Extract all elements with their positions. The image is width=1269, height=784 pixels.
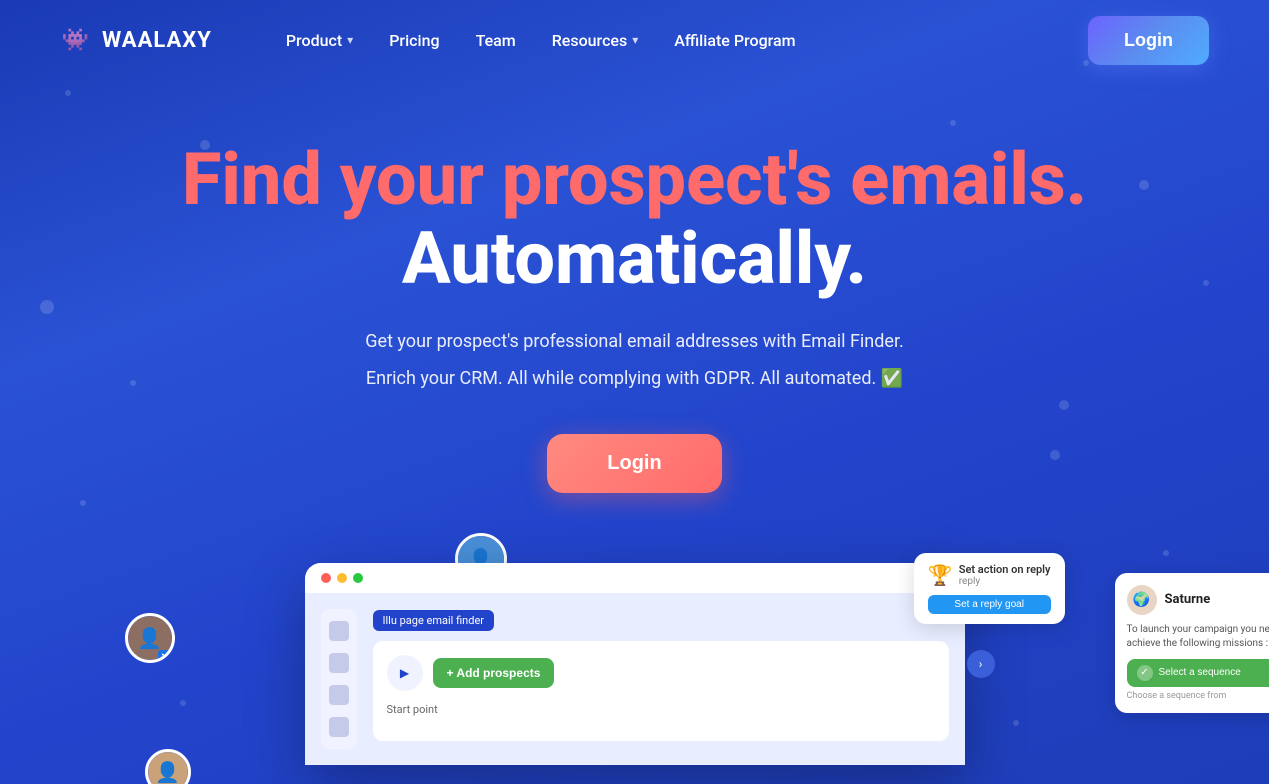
panel-name: Saturne: [1165, 592, 1211, 607]
app-illustration: 👤 👤 👤 🧔: [185, 563, 1085, 765]
start-point-label: Start point: [387, 703, 935, 716]
chevron-down-icon: ▾: [632, 33, 638, 47]
sidebar-icon: [329, 621, 349, 641]
panel-select-button[interactable]: ✓ Select a sequence: [1127, 659, 1269, 687]
nav-affiliate-label: Affiliate Program: [674, 31, 795, 50]
chevron-down-icon: ▾: [347, 33, 353, 47]
panel-select-label: Select a sequence: [1159, 667, 1241, 678]
campaign-row: ▶ + Add prospects: [387, 655, 935, 691]
nav-product[interactable]: Product ▾: [272, 23, 367, 58]
add-prospects-button[interactable]: + Add prospects: [433, 658, 555, 688]
panel-card: 🌍 Saturne To launch your campaign you ne…: [1115, 573, 1269, 713]
panel-header: 🌍 Saturne: [1127, 585, 1269, 615]
window-titlebar: [305, 563, 965, 593]
hero-subtitle-1: Get your prospect's professional email a…: [20, 328, 1249, 357]
panel-subtext: Choose a sequence from: [1127, 691, 1269, 701]
next-arrow-button[interactable]: ›: [967, 650, 995, 678]
hero-title-white: Automatically.: [20, 219, 1249, 298]
panel-text: To launch your campaign you need to achi…: [1127, 623, 1269, 651]
login-button[interactable]: Login: [1088, 16, 1209, 65]
hero-subtitle-2: Enrich your CRM. All while complying wit…: [20, 365, 1249, 394]
logo: 👾 WAALAXY: [60, 24, 212, 56]
nav-team-label: Team: [476, 31, 516, 50]
cta-login-button[interactable]: Login: [547, 434, 721, 493]
window-close-dot: [321, 573, 331, 583]
brand-name: WAALAXY: [102, 28, 212, 53]
avatar-bottom-left: 👤: [145, 749, 191, 784]
window-sidebar: [321, 609, 357, 749]
nav-affiliate[interactable]: Affiliate Program: [660, 23, 809, 58]
app-window: Illu page email finder ▶ + Add prospects…: [305, 563, 965, 765]
campaign-area: ▶ + Add prospects Start point: [373, 641, 949, 741]
checkmark-icon: ✓: [1137, 665, 1153, 681]
nav-product-label: Product: [286, 31, 342, 50]
set-goal-button[interactable]: Set a reply goal: [928, 595, 1051, 614]
sidebar-icon: [329, 685, 349, 705]
nav-pricing[interactable]: Pricing: [375, 23, 453, 58]
hero-section: Find your prospect's emails. Automatical…: [0, 80, 1269, 533]
window-content: Illu page email finder ▶ + Add prospects…: [305, 593, 965, 765]
nav-links: Product ▾ Pricing Team Resources ▾ Affil…: [272, 23, 1088, 58]
email-badge: [158, 650, 175, 663]
action-card-title: Set action on reply: [959, 563, 1051, 576]
sidebar-icon: [329, 653, 349, 673]
nav-resources-label: Resources: [552, 31, 628, 50]
trophy-icon: 🏆: [928, 563, 953, 587]
hero-cta: Login: [20, 434, 1249, 493]
sidebar-icon: [329, 717, 349, 737]
action-card-header: 🏆 Set action on reply reply: [928, 563, 1051, 587]
bg-dot: [1163, 550, 1169, 556]
page-wrapper: 👾 WAALAXY Product ▾ Pricing Team Resourc…: [0, 0, 1269, 784]
nav-team[interactable]: Team: [462, 23, 530, 58]
play-button[interactable]: ▶: [387, 655, 423, 691]
navbar: 👾 WAALAXY Product ▾ Pricing Team Resourc…: [0, 0, 1269, 80]
avatar-image: 👤: [148, 752, 188, 784]
panel-avatar: 🌍: [1127, 585, 1157, 615]
window-main-content: Illu page email finder ▶ + Add prospects…: [373, 609, 949, 749]
hero-title-colored: Find your prospect's emails.: [20, 140, 1249, 219]
nav-pricing-label: Pricing: [389, 31, 439, 50]
window-maximize-dot: [353, 573, 363, 583]
avatar-left: 👤: [125, 613, 175, 663]
action-card: 🏆 Set action on reply reply Set a reply …: [914, 553, 1065, 624]
illu-label: Illu page email finder: [373, 610, 495, 631]
logo-icon: 👾: [60, 24, 92, 56]
action-card-subtext: reply: [959, 576, 1051, 587]
window-minimize-dot: [337, 573, 347, 583]
nav-resources[interactable]: Resources ▾: [538, 23, 653, 58]
